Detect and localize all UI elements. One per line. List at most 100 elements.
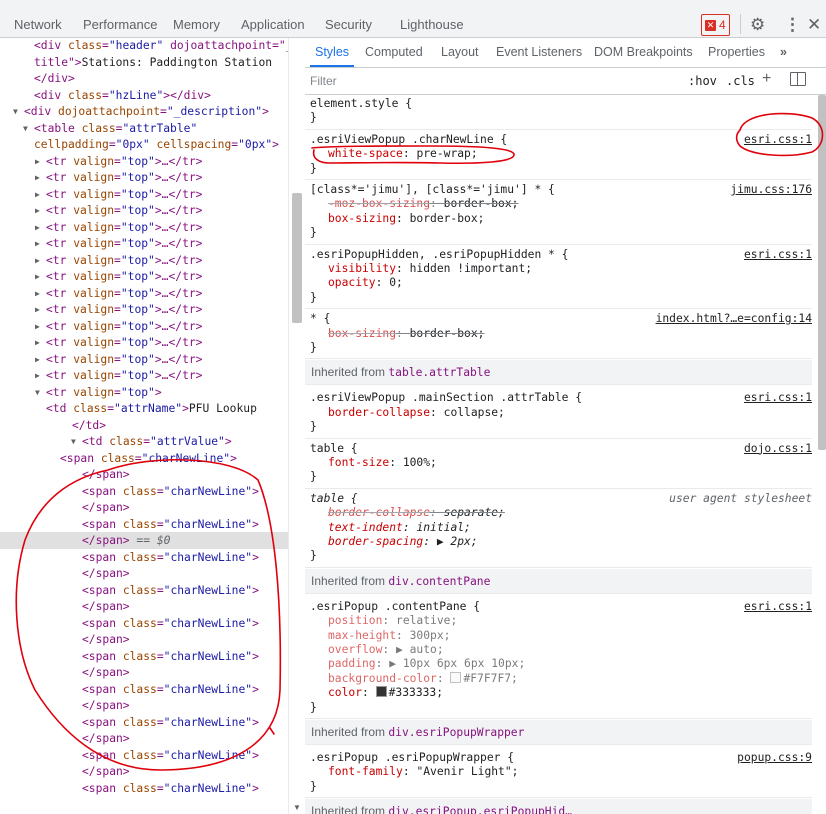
- collapsed-caret-icon[interactable]: ▶: [35, 235, 45, 252]
- dom-node-line[interactable]: <div class="hzLine"></div>: [0, 87, 288, 104]
- dom-node-line[interactable]: <span class="charNewLine">: [0, 714, 288, 731]
- css-declaration[interactable]: border-collapse: collapse;: [328, 406, 505, 420]
- expanded-caret-icon[interactable]: ▼: [35, 384, 45, 401]
- expanded-caret-icon[interactable]: ▼: [23, 120, 33, 137]
- collapsed-caret-icon[interactable]: ▶: [35, 169, 45, 186]
- expanded-caret-icon[interactable]: ▼: [71, 433, 81, 450]
- dom-node-line[interactable]: </span>: [0, 499, 288, 516]
- dom-node-line[interactable]: <span class="charNewLine">: [0, 747, 288, 764]
- gear-icon[interactable]: ⚙: [750, 13, 765, 37]
- hov-toggle-button[interactable]: :hov: [688, 72, 717, 90]
- dom-node-line[interactable]: ▶ <tr valign="top">…</tr>: [0, 367, 288, 384]
- tab-computed[interactable]: Computed: [365, 38, 423, 67]
- dom-node-line[interactable]: <span class="charNewLine">: [0, 780, 288, 797]
- dom-node-line[interactable]: ▼ <td class="attrValue">: [0, 433, 288, 450]
- css-declaration[interactable]: text-indent: initial;: [328, 521, 471, 535]
- dom-node-line[interactable]: ▶ <tr valign="top">…</tr>: [0, 186, 288, 203]
- inherited-element-link[interactable]: div.esriPopup.esriPopupHid…: [388, 805, 572, 814]
- dom-node-line[interactable]: ▼ <div dojoattachpoint="_description">: [0, 103, 288, 120]
- dom-node-line[interactable]: ▶ <tr valign="top">…</tr>: [0, 351, 288, 368]
- css-declaration[interactable]: font-size: 100%;: [328, 456, 437, 470]
- dom-node-line[interactable]: ▶ <tr valign="top">…</tr>: [0, 285, 288, 302]
- css-declaration[interactable]: padding: ▶ 10px 6px 6px 10px;: [328, 657, 525, 671]
- css-declaration[interactable]: box-sizing: border-box;: [328, 212, 484, 226]
- dom-node-line[interactable]: ▶ <tr valign="top">…</tr>: [0, 252, 288, 269]
- color-swatch-icon[interactable]: [375, 686, 387, 698]
- css-declaration[interactable]: overflow: ▶ auto;: [328, 643, 444, 657]
- collapsed-caret-icon[interactable]: ▶: [35, 252, 45, 269]
- css-declaration[interactable]: border-spacing: ▶ 2px;: [328, 535, 478, 549]
- css-declaration[interactable]: max-height: 300px;: [328, 629, 450, 643]
- dom-node-line[interactable]: <span class="charNewLine">: [0, 615, 288, 632]
- rule-source-link[interactable]: dojo.css:1: [744, 442, 812, 456]
- tab-performance[interactable]: Performance: [83, 0, 157, 37]
- dom-node-line[interactable]: <div class="header" dojoattachpoint="_: [0, 38, 288, 54]
- collapsed-caret-icon[interactable]: ▶: [35, 318, 45, 335]
- dom-node-line[interactable]: ▶ <tr valign="top">…</tr>: [0, 235, 288, 252]
- rule-source-link[interactable]: index.html?…e=config:14: [656, 312, 812, 326]
- dom-node-line[interactable]: ▶ <tr valign="top">…</tr>: [0, 219, 288, 236]
- rule-source-link[interactable]: esri.css:1: [744, 133, 812, 147]
- dom-node-line[interactable]: </span> == $0: [0, 532, 288, 549]
- inherited-element-link[interactable]: table.attrTable: [388, 366, 490, 379]
- dom-node-line[interactable]: ▶ <tr valign="top">…</tr>: [0, 169, 288, 186]
- tab-memory[interactable]: Memory: [173, 0, 220, 37]
- rule-selector[interactable]: * {: [310, 312, 330, 326]
- dom-node-line[interactable]: <span class="charNewLine">: [0, 648, 288, 665]
- tab-properties[interactable]: Properties: [708, 38, 765, 67]
- tab-dom-breakpoints[interactable]: DOM Breakpoints: [594, 38, 693, 67]
- collapsed-caret-icon[interactable]: ▶: [35, 268, 45, 285]
- dom-node-line[interactable]: <span class="charNewLine">: [0, 483, 288, 500]
- color-swatch-icon[interactable]: [450, 671, 462, 683]
- dom-node-line[interactable]: <span class="charNewLine">: [0, 516, 288, 533]
- rule-source-link[interactable]: esri.css:1: [744, 391, 812, 405]
- tab-lighthouse[interactable]: Lighthouse: [400, 0, 464, 37]
- more-tabs-button[interactable]: »: [780, 38, 787, 67]
- css-declaration[interactable]: box-sizing: border-box;: [328, 327, 484, 341]
- expanded-caret-icon[interactable]: ▼: [13, 103, 23, 120]
- css-declaration[interactable]: visibility: hidden !important;: [328, 262, 532, 276]
- kebab-icon[interactable]: ⋮: [784, 13, 801, 37]
- rule-source-link[interactable]: esri.css:1: [744, 600, 812, 614]
- dom-node-line[interactable]: </span>: [0, 697, 288, 714]
- tab-network[interactable]: Network: [14, 0, 62, 37]
- collapsed-caret-icon[interactable]: ▶: [35, 186, 45, 203]
- rule-selector[interactable]: [class*='jimu'], [class*='jimu'] * {: [310, 183, 555, 197]
- tab-application[interactable]: Application: [241, 0, 305, 37]
- dom-node-line[interactable]: ▶ <tr valign="top">…</tr>: [0, 334, 288, 351]
- rule-selector[interactable]: .esriViewPopup .charNewLine {: [310, 133, 507, 147]
- dom-node-line[interactable]: </span>: [0, 565, 288, 582]
- css-declaration[interactable]: background-color: #F7F7F7;: [328, 671, 518, 686]
- rule-selector[interactable]: .esriPopup .esriPopupWrapper {: [310, 751, 514, 765]
- collapsed-caret-icon[interactable]: ▶: [35, 301, 45, 318]
- rule-source-link[interactable]: popup.css:9: [737, 751, 812, 765]
- css-declaration[interactable]: -moz-box-sizing: border-box;: [328, 197, 518, 211]
- rule-source-link[interactable]: esri.css:1: [744, 248, 812, 262]
- css-declaration[interactable]: white-space: pre-wrap;: [328, 147, 478, 161]
- tab-layout[interactable]: Layout: [441, 38, 479, 67]
- dom-node-line[interactable]: ▶ <tr valign="top">…</tr>: [0, 318, 288, 335]
- dom-node-line[interactable]: <td class="attrName">PFU Lookup: [0, 400, 288, 417]
- dom-node-line[interactable]: </span>: [0, 664, 288, 681]
- collapsed-caret-icon[interactable]: ▶: [35, 202, 45, 219]
- rule-selector[interactable]: table {: [310, 492, 358, 506]
- collapsed-caret-icon[interactable]: ▶: [35, 334, 45, 351]
- dom-node-line[interactable]: ▼ <tr valign="top">: [0, 384, 288, 401]
- dom-node-line[interactable]: ▶ <tr valign="top">…</tr>: [0, 153, 288, 170]
- elements-dom-tree[interactable]: <div class="header" dojoattachpoint="_ ti…: [0, 38, 288, 814]
- new-style-rule-icon[interactable]: +: [762, 70, 771, 88]
- dom-node-line[interactable]: <span class="charNewLine">: [0, 681, 288, 698]
- css-declaration[interactable]: color: #333333;: [328, 686, 443, 700]
- tab-event-listeners[interactable]: Event Listeners: [496, 38, 582, 67]
- rule-source-link[interactable]: jimu.css:176: [730, 183, 812, 197]
- dom-node-line[interactable]: </span>: [0, 598, 288, 615]
- css-declaration[interactable]: border-collapse: separate;: [328, 506, 505, 520]
- dom-node-line[interactable]: </span>: [0, 763, 288, 780]
- rule-selector[interactable]: .esriViewPopup .mainSection .attrTable {: [310, 391, 582, 405]
- rule-selector[interactable]: element.style {: [310, 97, 412, 111]
- dom-node-line[interactable]: <span class="charNewLine">: [0, 582, 288, 599]
- dom-node-line[interactable]: ▶ <tr valign="top">…</tr>: [0, 268, 288, 285]
- dom-node-line[interactable]: ▶ <tr valign="top">…</tr>: [0, 202, 288, 219]
- dom-node-line[interactable]: </span>: [0, 730, 288, 747]
- rule-selector[interactable]: .esriPopup .contentPane {: [310, 600, 480, 614]
